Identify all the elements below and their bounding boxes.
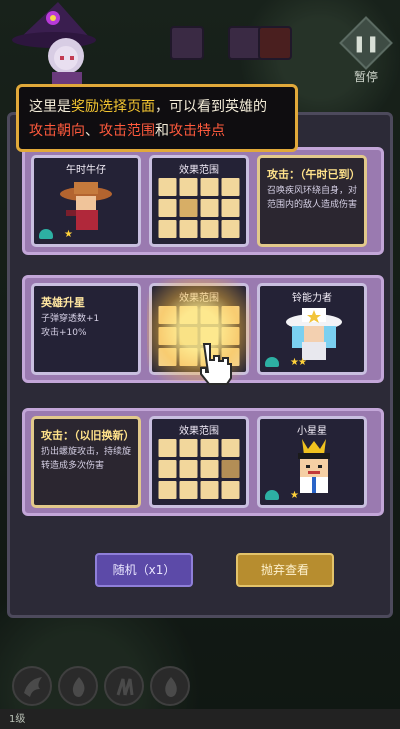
wing-icon xyxy=(24,677,42,697)
attack-description: 扔出螺旋攻击，持续旋转造成多次伤害 xyxy=(41,447,132,471)
reward-option-3[interactable]: 攻击：（以旧换新） 扔出螺旋攻击，持续旋转造成多次伤害 效果范围 小星星 ★ xyxy=(22,408,384,516)
player-level: 1级 xyxy=(9,714,26,725)
attack-description-card: 攻击：（以旧换新） 扔出螺旋攻击，持续旋转造成多次伤害 xyxy=(31,416,141,508)
attack-description-card: 攻击：（午时已到） 召唤疾风环绕自身，对范围内的敌人造成伤害 xyxy=(257,155,367,247)
upgrade-description-card: 英雄升星 子弹穿透数+1 攻击+10% xyxy=(31,283,141,375)
skill-slot[interactable] xyxy=(150,666,190,706)
reward-option-1[interactable]: 午时牛仔 ★ 效果范围 攻击：（午时已到） 召唤疾风环绕自身，对范围内的敌人造成… xyxy=(22,147,384,255)
tutorial-text: ，可以看到英雄的 xyxy=(155,99,267,115)
cowboy-hero-portrait xyxy=(60,182,112,230)
hero-name: 铃能力者 xyxy=(292,293,332,304)
range-grid xyxy=(158,178,240,238)
hero-card: 午时牛仔 ★ xyxy=(31,155,141,247)
range-card: 效果范围 xyxy=(149,155,249,247)
little-star-hero-portrait xyxy=(298,439,330,493)
random-reroll-button[interactable]: 随机（x1） xyxy=(95,553,193,587)
wind-icon xyxy=(39,229,53,239)
claw-icon xyxy=(116,678,134,696)
range-card: 效果范围 xyxy=(149,416,249,508)
range-grid xyxy=(158,439,240,499)
hero-card: 铃能力者 ★★ xyxy=(257,283,367,375)
pause-label: 暂停 xyxy=(353,70,378,84)
wind-icon xyxy=(265,357,279,367)
tutorial-highlight-trait: 攻击特点 xyxy=(169,123,225,139)
upgrade-title: 英雄升星 xyxy=(41,296,85,309)
psychic-hero-portrait xyxy=(286,308,342,360)
hero-stars: ★ xyxy=(64,229,73,240)
abandon-view-button[interactable]: 抛弃查看 xyxy=(236,553,334,587)
hud-item-slot xyxy=(170,26,204,60)
hero-stars: ★★ xyxy=(290,357,307,368)
tutorial-pointer-hand-icon xyxy=(200,343,232,385)
upgrade-description: 子弹穿透数+1 攻击+10% xyxy=(41,314,100,338)
attack-description: 召唤疾风环绕自身，对范围内的敌人造成伤害 xyxy=(267,186,358,210)
hero-stars: ★ xyxy=(290,490,299,501)
tutorial-text: 这里是 xyxy=(29,99,71,115)
fire-icon xyxy=(165,677,177,697)
skill-slot[interactable] xyxy=(58,666,98,706)
hero-name: 午时牛仔 xyxy=(66,165,106,176)
skill-slot[interactable] xyxy=(12,666,52,706)
hud-item-slot xyxy=(228,26,262,60)
range-title: 效果范围 xyxy=(179,293,219,304)
skill-slot[interactable] xyxy=(104,666,144,706)
tutorial-dialog: 这里是奖励选择页面，可以看到英雄的 攻击朝向、攻击范围和攻击特点 xyxy=(16,84,298,152)
range-title: 效果范围 xyxy=(179,426,219,437)
tutorial-highlight-page: 奖励选择页面 xyxy=(71,99,155,115)
pause-button[interactable]: ❚❚ 暂停 xyxy=(339,16,393,84)
pause-icon: ❚❚ xyxy=(352,33,380,53)
bottom-bar xyxy=(0,709,400,729)
tutorial-highlight-range: 攻击范围 xyxy=(99,123,155,139)
hero-name: 小星星 xyxy=(297,426,327,437)
tutorial-highlight-direction: 攻击朝向 xyxy=(29,123,85,139)
tutorial-text: 、 xyxy=(85,123,99,139)
attack-title: 攻击：（午时已到） xyxy=(267,168,361,181)
range-title: 效果范围 xyxy=(179,165,219,176)
wind-icon xyxy=(265,490,279,500)
guide-witch-avatar xyxy=(12,2,96,88)
tutorial-text: 和 xyxy=(155,123,169,139)
attack-title: 攻击：（以旧换新） xyxy=(41,429,135,442)
hero-card: 小星星 ★ xyxy=(257,416,367,508)
hud-item-slot xyxy=(258,26,292,60)
flame-icon xyxy=(72,677,85,697)
